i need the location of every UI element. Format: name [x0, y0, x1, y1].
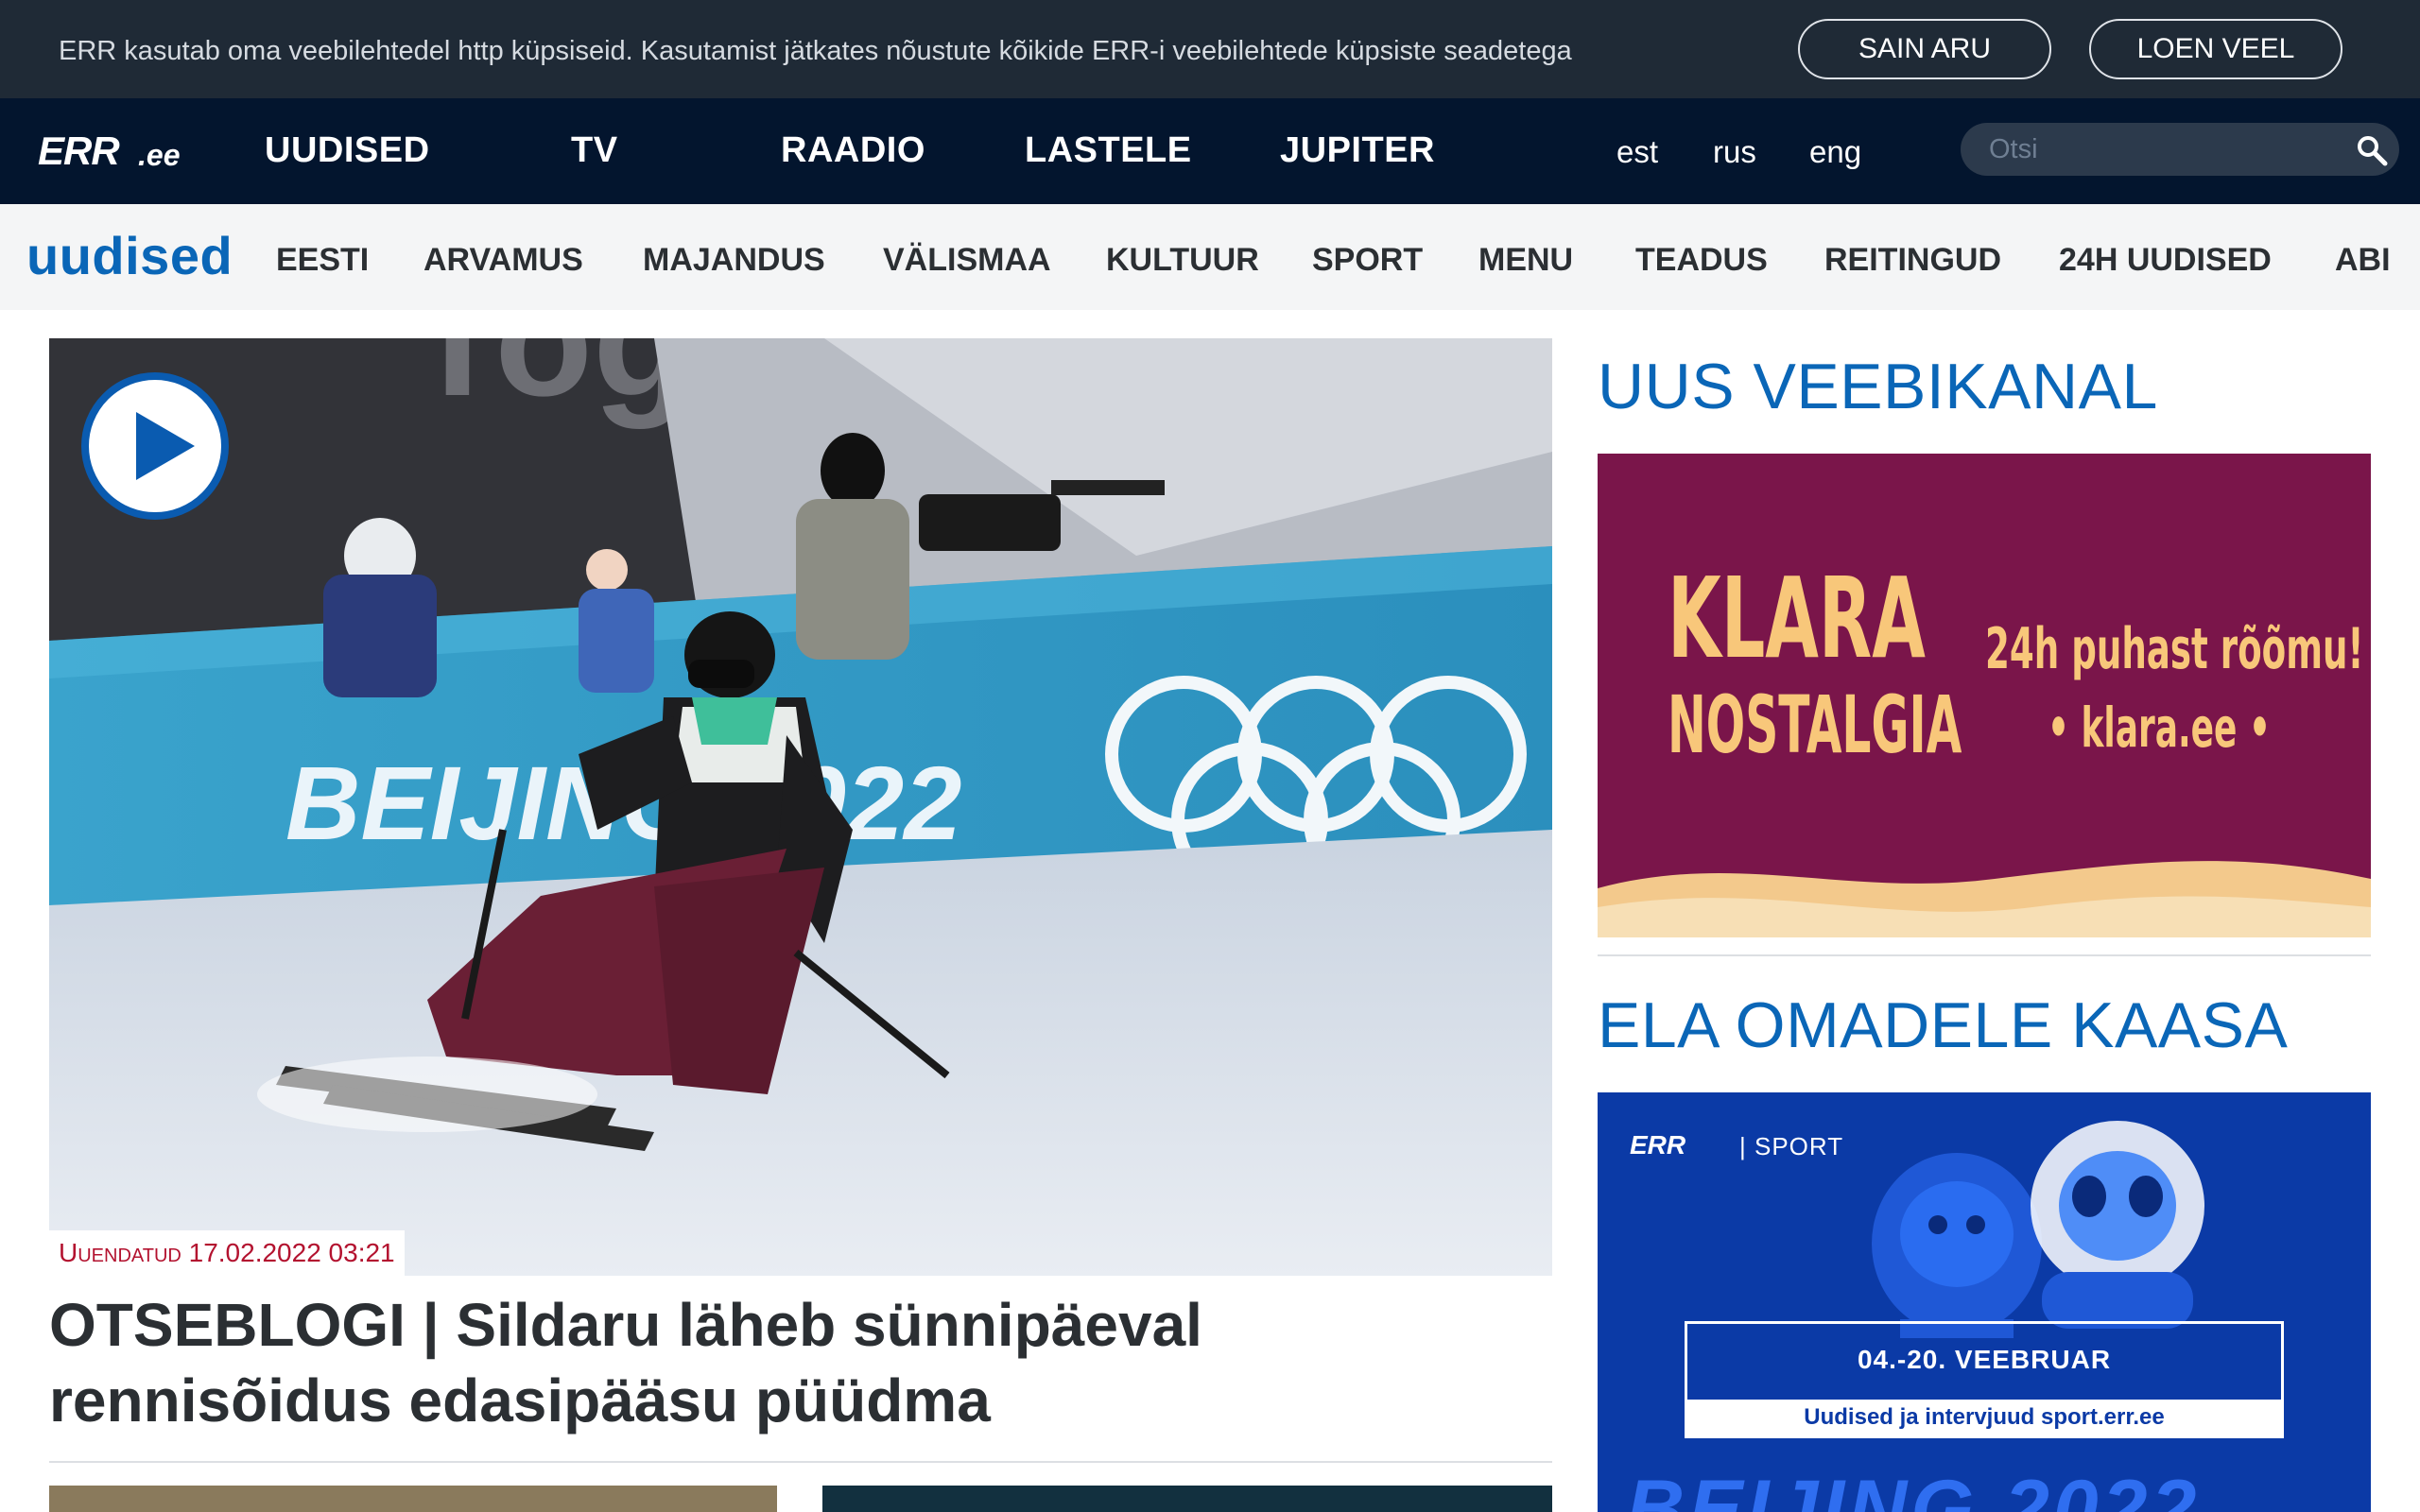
- err-sport-banner[interactable]: ERR | SPORT 04.-20. VEEBRUAR Uudised ja …: [1598, 1092, 2371, 1512]
- section-title-uudised[interactable]: uudised: [26, 225, 233, 286]
- err-logo-suffix[interactable]: .ee: [138, 138, 180, 173]
- subnav-item-abi[interactable]: ABI: [2335, 242, 2391, 279]
- sport-dates: 04.-20. VEEBRUAR: [1857, 1345, 2112, 1374]
- play-icon[interactable]: [79, 370, 231, 522]
- subnav-item-eesti[interactable]: EESTI: [276, 242, 369, 279]
- nav-item-raadio[interactable]: RAADIO: [781, 130, 925, 171]
- nav-item-jupiter[interactable]: JUPITER: [1280, 130, 1435, 171]
- hero-image: Togeth BEIJING 2022: [49, 338, 1552, 1276]
- err-sport-label: | SPORT: [1739, 1132, 1844, 1160]
- divider: [49, 1461, 1552, 1463]
- klara-url: • klara.ee •: [2048, 696, 2271, 760]
- err-sport-logo: ERR: [1630, 1130, 1686, 1160]
- language-est[interactable]: est: [1616, 134, 1658, 170]
- nav-item-uudised[interactable]: UUDISED: [265, 130, 430, 171]
- subnav-item-menu[interactable]: MENU: [1478, 242, 1573, 279]
- subnav-item-majandus[interactable]: MAJANDUS: [643, 242, 825, 279]
- mascots-illustration: [1872, 1121, 2204, 1338]
- updated-timestamp: Uuendatud 17.02.2022 03:21: [49, 1230, 405, 1276]
- subnav-item-arvamus[interactable]: ARVAMUS: [424, 242, 583, 279]
- subnav-item-24h-uudised[interactable]: 24H UUDISED: [2059, 242, 2272, 279]
- language-eng[interactable]: eng: [1809, 134, 1861, 170]
- article-headline[interactable]: OTSEBLOGI | Sildaru läheb sünnipäeval re…: [49, 1287, 1562, 1438]
- cookie-read-more-button[interactable]: LOEN VEEL: [2089, 19, 2342, 79]
- subnav-item-sport[interactable]: SPORT: [1312, 242, 1423, 279]
- search-input[interactable]: [1989, 132, 2348, 166]
- cookie-notice-text: ERR kasutab oma veebilehtedel http küpsi…: [59, 36, 1572, 66]
- err-logo[interactable]: ERR: [38, 129, 120, 174]
- sidebar-heading-follow: ELA OMADELE KAASA: [1598, 989, 2289, 1061]
- sidebar-heading-new-channel: UUS VEEBIKANAL: [1598, 351, 2158, 422]
- klara-subtitle: NOSTALGIA: [1668, 679, 1962, 771]
- search-icon[interactable]: [2356, 134, 2388, 166]
- subnav-item-valismaa[interactable]: VÄLISMAA: [883, 242, 1051, 279]
- klara-title: KLARA: [1668, 553, 1926, 683]
- cookie-accept-button[interactable]: SAIN ARU: [1798, 19, 2051, 79]
- klara-slogan: 24h puhast rõõmu!: [1985, 616, 2364, 682]
- sport-strip: Uudised ja intervjuud sport.err.ee: [1687, 1400, 2281, 1435]
- hero-video-thumbnail[interactable]: Togeth BEIJING 2022: [49, 338, 1552, 1276]
- language-rus[interactable]: rus: [1713, 134, 1756, 170]
- beijing-banner-text: BEIJING 2022: [1626, 1464, 2201, 1512]
- klara-nostalgia-banner[interactable]: KLARA NOSTALGIA 24h puhast rõõmu! • klar…: [1598, 454, 2371, 937]
- article-thumbnail[interactable]: [49, 1486, 777, 1512]
- article-thumbnail[interactable]: [822, 1486, 1552, 1512]
- divider: [1598, 954, 2371, 956]
- nav-item-lastele[interactable]: LASTELE: [1025, 130, 1192, 171]
- subnav-item-teadus[interactable]: TEADUS: [1635, 242, 1768, 279]
- subnav-item-reitingud[interactable]: REITINGUD: [1824, 242, 2001, 279]
- nav-item-tv[interactable]: TV: [571, 130, 618, 171]
- subnav-item-kultuur[interactable]: KULTUUR: [1106, 242, 1259, 279]
- sport-info-box: 04.-20. VEEBRUAR Uudised ja intervjuud s…: [1685, 1321, 2284, 1438]
